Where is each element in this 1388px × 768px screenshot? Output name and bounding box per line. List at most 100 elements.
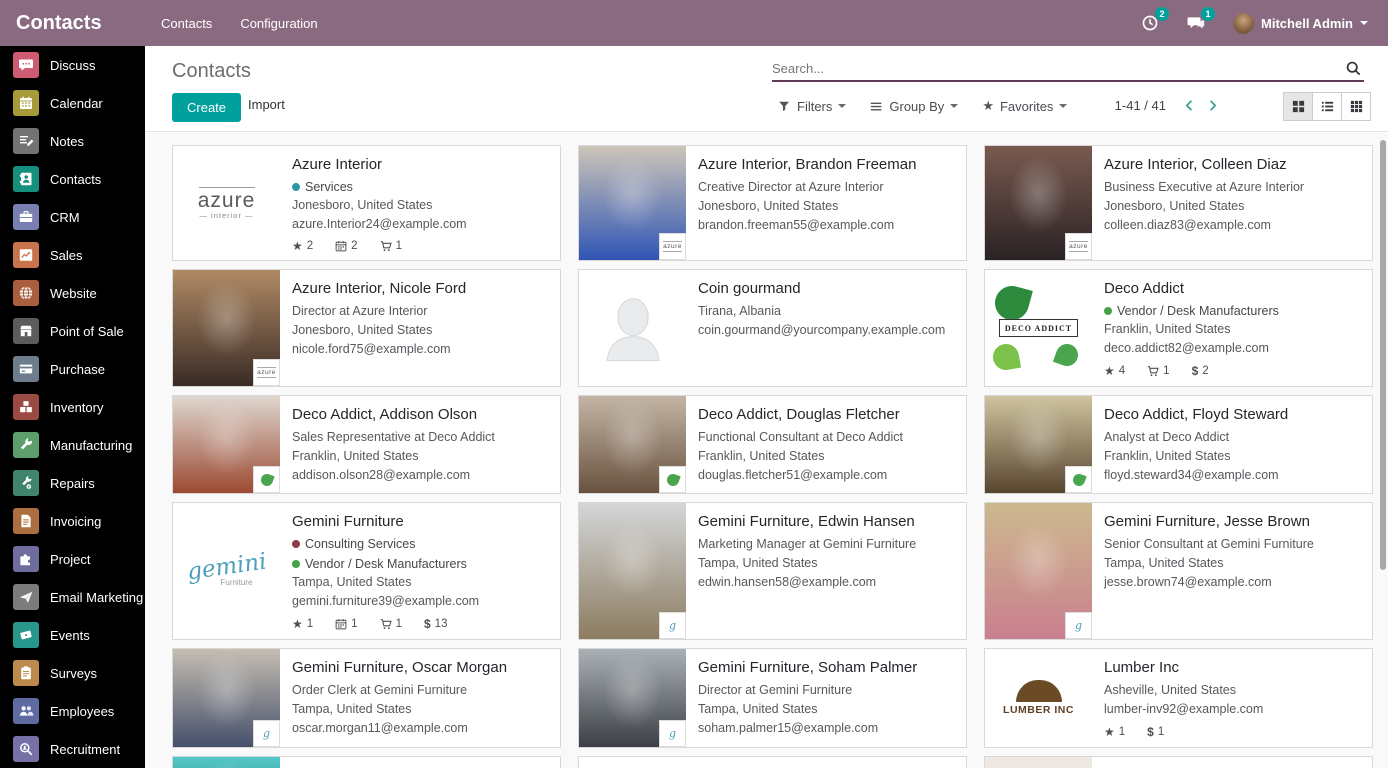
sidebar-item-inventory[interactable]: Inventory — [0, 388, 145, 426]
contact-email[interactable]: oscar.morgan11@example.com — [292, 719, 548, 738]
contact-name[interactable]: Lumber Inc — [1104, 657, 1360, 678]
star-badge[interactable]: ★1 — [1104, 726, 1125, 738]
contact-card[interactable]: g Gemini Furniture, Soham Palmer Directo… — [578, 648, 967, 748]
cart-badge[interactable]: 1 — [380, 618, 402, 630]
sidebar-item-point-of-sale[interactable]: Point of Sale — [0, 312, 145, 350]
menu-contacts[interactable]: Contacts — [161, 16, 212, 31]
contact-name[interactable]: Deco Addict, Addison Olson — [292, 404, 548, 425]
contact-card[interactable]: Coin gourmand Tirana, Albania coin.gourm… — [578, 269, 967, 387]
sidebar-item-repairs[interactable]: Repairs — [0, 464, 145, 502]
import-button[interactable]: Import — [248, 97, 285, 112]
sidebar-item-crm[interactable]: CRM — [0, 198, 145, 236]
sidebar-item-project[interactable]: Project — [0, 540, 145, 578]
pager-previous-button[interactable] — [1182, 98, 1197, 113]
user-menu[interactable]: Mitchell Admin — [1233, 13, 1368, 34]
contact-email[interactable]: edwin.hansen58@example.com — [698, 573, 954, 592]
contact-card[interactable]: g Gemini Furniture, Oscar Morgan Order C… — [172, 648, 561, 748]
contact-name[interactable]: Gemini Furniture, Oscar Morgan — [292, 657, 548, 678]
filters-dropdown[interactable]: Filters — [778, 99, 846, 114]
star-badge[interactable]: ★4 — [1104, 365, 1125, 377]
contact-name[interactable]: Deco Addict — [1104, 278, 1360, 299]
contact-name[interactable]: Gemini Furniture — [292, 511, 548, 532]
grid-view-button[interactable] — [1341, 92, 1371, 121]
sidebar-item-purchase[interactable]: Purchase — [0, 350, 145, 388]
contact-name[interactable]: Deco Addict, Douglas Fletcher — [698, 404, 954, 425]
contact-email[interactable]: soham.palmer15@example.com — [698, 719, 954, 738]
contact-card[interactable]: azure Azure Interior, Nicole Ford Direct… — [172, 269, 561, 387]
contact-name[interactable]: Azure Interior, Brandon Freeman — [698, 154, 954, 175]
contact-card[interactable]: Deco Addict, Floyd Steward Analyst at De… — [984, 395, 1373, 494]
contact-name[interactable]: Coin gourmand — [698, 278, 954, 299]
sidebar-item-label: Sales — [50, 248, 83, 263]
sidebar-item-recruitment[interactable]: Recruitment — [0, 730, 145, 768]
contact-card[interactable]: Deco Addict, Douglas Fletcher Functional… — [578, 395, 967, 494]
list-view-button[interactable] — [1312, 92, 1342, 121]
calendar-badge[interactable]: 2 — [335, 240, 357, 252]
sidebar-item-events[interactable]: Events — [0, 616, 145, 654]
kanban-view-button[interactable] — [1283, 92, 1313, 121]
star-badge[interactable]: ★1 — [292, 618, 313, 630]
money-badge[interactable]: $1 — [1147, 725, 1164, 739]
calendar-badge[interactable]: 1 — [335, 618, 357, 630]
sidebar-item-sales[interactable]: Sales — [0, 236, 145, 274]
sidebar-item-calendar[interactable]: Calendar — [0, 84, 145, 122]
contact-email[interactable]: colleen.diaz83@example.com — [1104, 216, 1360, 235]
contact-card[interactable]: Lumber Inc, Lorraine Douglas — [172, 756, 561, 768]
contact-card[interactable]: azure— interior — Azure Interior Service… — [172, 145, 561, 261]
search-icon[interactable] — [1343, 60, 1364, 77]
sidebar-item-employees[interactable]: Employees — [0, 692, 145, 730]
contact-email[interactable]: jesse.brown74@example.com — [1104, 573, 1360, 592]
star-badge[interactable]: ★2 — [292, 240, 313, 252]
sidebar-item-contacts[interactable]: Contacts — [0, 160, 145, 198]
cart-badge[interactable]: 1 — [1147, 365, 1169, 377]
contact-name[interactable]: Gemini Furniture, Edwin Hansen — [698, 511, 954, 532]
page-title[interactable]: Contacts — [172, 58, 251, 84]
menu-configuration[interactable]: Configuration — [240, 16, 317, 31]
contact-name[interactable]: Gemini Furniture, Jesse Brown — [1104, 511, 1360, 532]
contact-card[interactable]: LUMBER INC Lumber Inc Asheville, United … — [984, 648, 1373, 748]
group-by-dropdown[interactable]: Group By — [870, 99, 958, 114]
contact-email[interactable]: deco.addict82@example.com — [1104, 339, 1360, 358]
app-brand[interactable]: Contacts — [0, 12, 145, 35]
contact-email[interactable]: douglas.fletcher51@example.com — [698, 466, 954, 485]
contact-email[interactable]: addison.olson28@example.com — [292, 466, 548, 485]
create-button[interactable]: Create — [172, 93, 241, 122]
contact-card[interactable]: azure Azure Interior, Brandon Freeman Cr… — [578, 145, 967, 261]
contact-card[interactable]: geminiFurniture Gemini Furniture Consult… — [172, 502, 561, 640]
contact-card[interactable]: azure Azure Interior, Colleen Diaz Busin… — [984, 145, 1373, 261]
money-badge[interactable]: $2 — [1192, 364, 1209, 378]
pager-next-button[interactable] — [1205, 98, 1220, 113]
contact-card[interactable]: g Gemini Furniture, Edwin Hansen Marketi… — [578, 502, 967, 640]
contact-email[interactable]: azure.Interior24@example.com — [292, 215, 548, 234]
search-input[interactable] — [772, 61, 1343, 76]
favorites-dropdown[interactable]: ★ Favorites — [982, 98, 1067, 114]
contact-email[interactable]: gemini.furniture39@example.com — [292, 592, 548, 611]
contact-card[interactable]: DECO ADDICT Deco Addict Vendor / Desk Ma… — [984, 269, 1373, 387]
contact-card[interactable]: My Company, Chicago — [578, 756, 967, 768]
contact-email[interactable]: lumber-inv92@example.com — [1104, 700, 1360, 719]
contact-name[interactable]: Azure Interior, Colleen Diaz — [1104, 154, 1360, 175]
vertical-scrollbar[interactable] — [1380, 140, 1386, 570]
contact-name[interactable]: Azure Interior — [292, 154, 548, 175]
contact-card[interactable]: g Gemini Furniture, Jesse Brown Senior C… — [984, 502, 1373, 640]
contact-name[interactable]: Deco Addict, Floyd Steward — [1104, 404, 1360, 425]
activity-menu-button[interactable]: 2 — [1141, 14, 1159, 32]
contact-email[interactable]: brandon.freeman55@example.com — [698, 216, 954, 235]
sidebar-item-notes[interactable]: Notes — [0, 122, 145, 160]
contact-name[interactable]: Azure Interior, Nicole Ford — [292, 278, 548, 299]
contact-email[interactable]: coin.gourmand@yourcompany.example.com — [698, 321, 954, 340]
sidebar-item-surveys[interactable]: Surveys — [0, 654, 145, 692]
sidebar-item-manufacturing[interactable]: Manufacturing — [0, 426, 145, 464]
messages-menu-button[interactable]: 1 — [1187, 14, 1205, 32]
sidebar-item-website[interactable]: Website — [0, 274, 145, 312]
contact-email[interactable]: floyd.steward34@example.com — [1104, 466, 1360, 485]
sidebar-item-discuss[interactable]: Discuss — [0, 46, 145, 84]
cart-badge[interactable]: 1 — [380, 240, 402, 252]
contact-name[interactable]: Gemini Furniture, Soham Palmer — [698, 657, 954, 678]
contact-email[interactable]: nicole.ford75@example.com — [292, 340, 548, 359]
contact-card[interactable]: My Company, Chicago, Jeff Lawson — [984, 756, 1373, 768]
sidebar-item-email-marketing[interactable]: Email Marketing — [0, 578, 145, 616]
sidebar-item-invoicing[interactable]: Invoicing — [0, 502, 145, 540]
money-badge[interactable]: $13 — [424, 617, 447, 631]
contact-card[interactable]: Deco Addict, Addison Olson Sales Represe… — [172, 395, 561, 494]
